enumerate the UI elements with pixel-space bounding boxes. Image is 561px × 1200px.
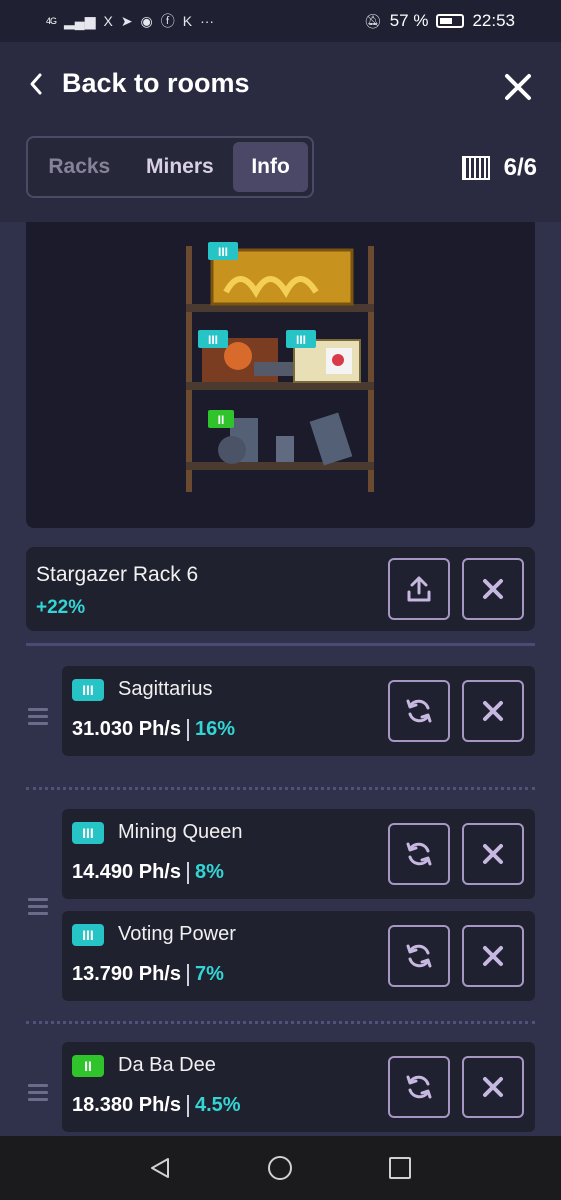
miner-card: III Sagittarius 31.030 Ph/s 16% xyxy=(62,666,535,756)
drag-handle[interactable] xyxy=(28,898,48,919)
k-app-icon: K xyxy=(182,13,193,29)
status-left: 4G ▂▄▆ X ➤ ◉ ⓕ K ··· xyxy=(46,11,214,31)
miner-name: Voting Power xyxy=(118,923,236,945)
miner-level-badge: III xyxy=(72,679,104,701)
section-divider xyxy=(26,643,535,646)
slots-count: 6/6 xyxy=(503,154,537,181)
tab-bar: Racks Miners Info xyxy=(26,136,314,198)
rack-level-badge: III xyxy=(218,245,228,259)
rack-slots: 6/6 xyxy=(461,154,537,182)
miner-card: II Da Ba Dee 18.380 Ph/s 4.5% xyxy=(62,1042,535,1132)
home-circle-icon[interactable] xyxy=(267,1155,293,1181)
clock: 22:53 xyxy=(472,11,515,30)
miner-stats: 13.790 Ph/s 7% xyxy=(72,963,224,986)
back-label: Back to rooms xyxy=(62,68,250,98)
miner-remove-button[interactable] xyxy=(462,680,524,742)
refresh-icon xyxy=(406,842,432,866)
rack-remove-button[interactable] xyxy=(462,558,524,620)
drag-handle[interactable] xyxy=(28,708,48,729)
back-to-rooms-button[interactable]: Back to rooms xyxy=(28,68,250,99)
miner-card: III Mining Queen 14.490 Ph/s 8% xyxy=(62,809,535,899)
close-icon xyxy=(483,844,503,864)
close-icon xyxy=(483,946,503,966)
miner-power: 18.380 Ph/s xyxy=(72,1094,181,1116)
miner-level-badge: II xyxy=(72,1055,104,1077)
miner-level-badge: III xyxy=(72,924,104,946)
tab-racks[interactable]: Racks xyxy=(32,142,127,192)
miner-swap-button[interactable] xyxy=(388,680,450,742)
telegram-icon: ➤ xyxy=(120,12,133,29)
refresh-icon xyxy=(406,944,432,968)
status-right: 🔕︎ 57 % 22:53 xyxy=(364,11,515,31)
rack-name: Stargazer Rack 6 xyxy=(36,563,199,586)
rack-upload-button[interactable] xyxy=(388,558,450,620)
upload-icon xyxy=(407,576,431,602)
status-bar: 4G ▂▄▆ X ➤ ◉ ⓕ K ··· 🔕︎ 57 % 22:53 xyxy=(0,0,561,42)
mute-bell-icon: 🔕︎ xyxy=(363,12,382,29)
miner-power: 14.490 Ph/s xyxy=(72,861,181,883)
rack-bonus: +22% xyxy=(36,597,86,618)
miner-remove-button[interactable] xyxy=(462,925,524,987)
header: Back to rooms Racks Miners Info 6/6 xyxy=(0,42,561,222)
miner-bonus: 4.5% xyxy=(194,1094,241,1116)
miner-swap-button[interactable] xyxy=(388,925,450,987)
miner-stats: 31.030 Ph/s 16% xyxy=(72,718,235,741)
rack-level-badge: II xyxy=(218,413,225,427)
miner-swap-button[interactable] xyxy=(388,1056,450,1118)
miner-power: 31.030 Ph/s xyxy=(72,718,181,740)
miner-card: III Voting Power 13.790 Ph/s 7% xyxy=(62,911,535,1001)
miner-bonus: 7% xyxy=(194,963,224,985)
system-nav-bar xyxy=(0,1136,561,1200)
chevron-left-icon xyxy=(30,73,42,94)
miner-name: Da Ba Dee xyxy=(118,1054,216,1076)
miner-stats: 14.490 Ph/s 8% xyxy=(72,861,224,884)
refresh-icon xyxy=(406,1075,432,1099)
tab-info[interactable]: Info xyxy=(233,142,308,192)
tab-miners[interactable]: Miners xyxy=(131,142,230,192)
close-icon xyxy=(483,701,503,721)
battery-icon xyxy=(436,14,465,28)
rack-level-badge: III xyxy=(296,333,306,347)
x-app-icon: X xyxy=(103,13,113,29)
app-panel: Back to rooms Racks Miners Info 6/6 III … xyxy=(0,42,561,1136)
miner-swap-button[interactable] xyxy=(388,823,450,885)
recents-square-icon[interactable] xyxy=(388,1156,412,1180)
miner-remove-button[interactable] xyxy=(462,1056,524,1118)
refresh-icon xyxy=(406,699,432,723)
rack-level-badge: III xyxy=(208,333,218,347)
rack-illustration: III III III II xyxy=(186,242,374,492)
close-icon xyxy=(483,579,503,599)
circle-app-icon: ◉ xyxy=(140,12,153,29)
miner-stats: 18.380 Ph/s 4.5% xyxy=(72,1094,241,1117)
network-indicator: 4G xyxy=(46,15,57,26)
more-notifications-icon: ··· xyxy=(200,13,215,29)
miner-power: 13.790 Ph/s xyxy=(72,963,181,985)
miner-bonus: 8% xyxy=(194,861,224,883)
miner-name: Sagittarius xyxy=(118,678,213,700)
group-divider xyxy=(26,787,535,790)
battery-percent: 57 % xyxy=(389,11,429,30)
drag-handle[interactable] xyxy=(28,1084,48,1105)
signal-icon: ▂▄▆ xyxy=(64,12,96,29)
rack-slots-icon xyxy=(461,156,490,180)
miner-bonus: 16% xyxy=(194,718,235,740)
rack-info-card: Stargazer Rack 6 +22% xyxy=(26,547,535,631)
miner-name: Mining Queen xyxy=(118,821,243,843)
group-divider xyxy=(26,1021,535,1024)
back-triangle-icon[interactable] xyxy=(148,1156,172,1180)
miner-remove-button[interactable] xyxy=(462,823,524,885)
close-icon[interactable] xyxy=(503,72,533,102)
facebook-icon: ⓕ xyxy=(160,13,175,29)
miner-level-badge: III xyxy=(72,822,104,844)
close-icon xyxy=(483,1077,503,1097)
rack-preview: III III III II xyxy=(26,222,535,528)
